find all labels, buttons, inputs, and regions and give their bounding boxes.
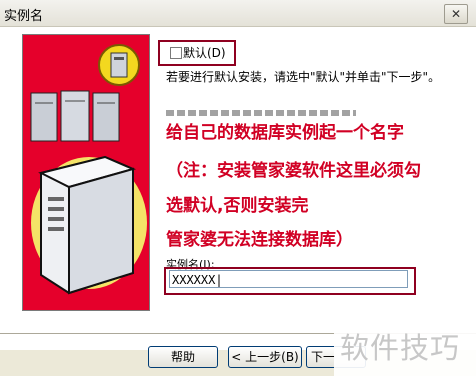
window-title: 实例名: [4, 9, 44, 24]
annotation-line-2: （注：安装管家婆软件这里必须勾: [166, 161, 421, 181]
annotation-line-3: 选默认,否则安装完: [166, 196, 309, 216]
server-icon: [23, 35, 149, 310]
title-bar: 实例名 ✕: [0, 0, 476, 27]
instruction-text: 若要进行默认安装，请选中"默认"并单击"下一步"。: [166, 70, 441, 84]
watermark: 软件技巧: [334, 315, 476, 376]
server-illustration: [22, 34, 150, 311]
close-button[interactable]: ✕: [444, 4, 468, 24]
default-checkbox[interactable]: [170, 47, 182, 59]
instance-name-input[interactable]: XXXXXX|: [169, 270, 408, 288]
annotation-line-1: 给自己的数据库实例起一个名字: [166, 123, 404, 143]
default-checkbox-label[interactable]: 默认(D): [183, 44, 226, 61]
back-button[interactable]: < 上一步(B): [228, 346, 302, 368]
annotation-line-4: 管家婆无法连接数据库）: [166, 230, 353, 250]
obscured-text: [166, 110, 356, 116]
watermark-text: 软件技巧: [340, 331, 461, 365]
help-button[interactable]: 帮助: [148, 346, 218, 368]
